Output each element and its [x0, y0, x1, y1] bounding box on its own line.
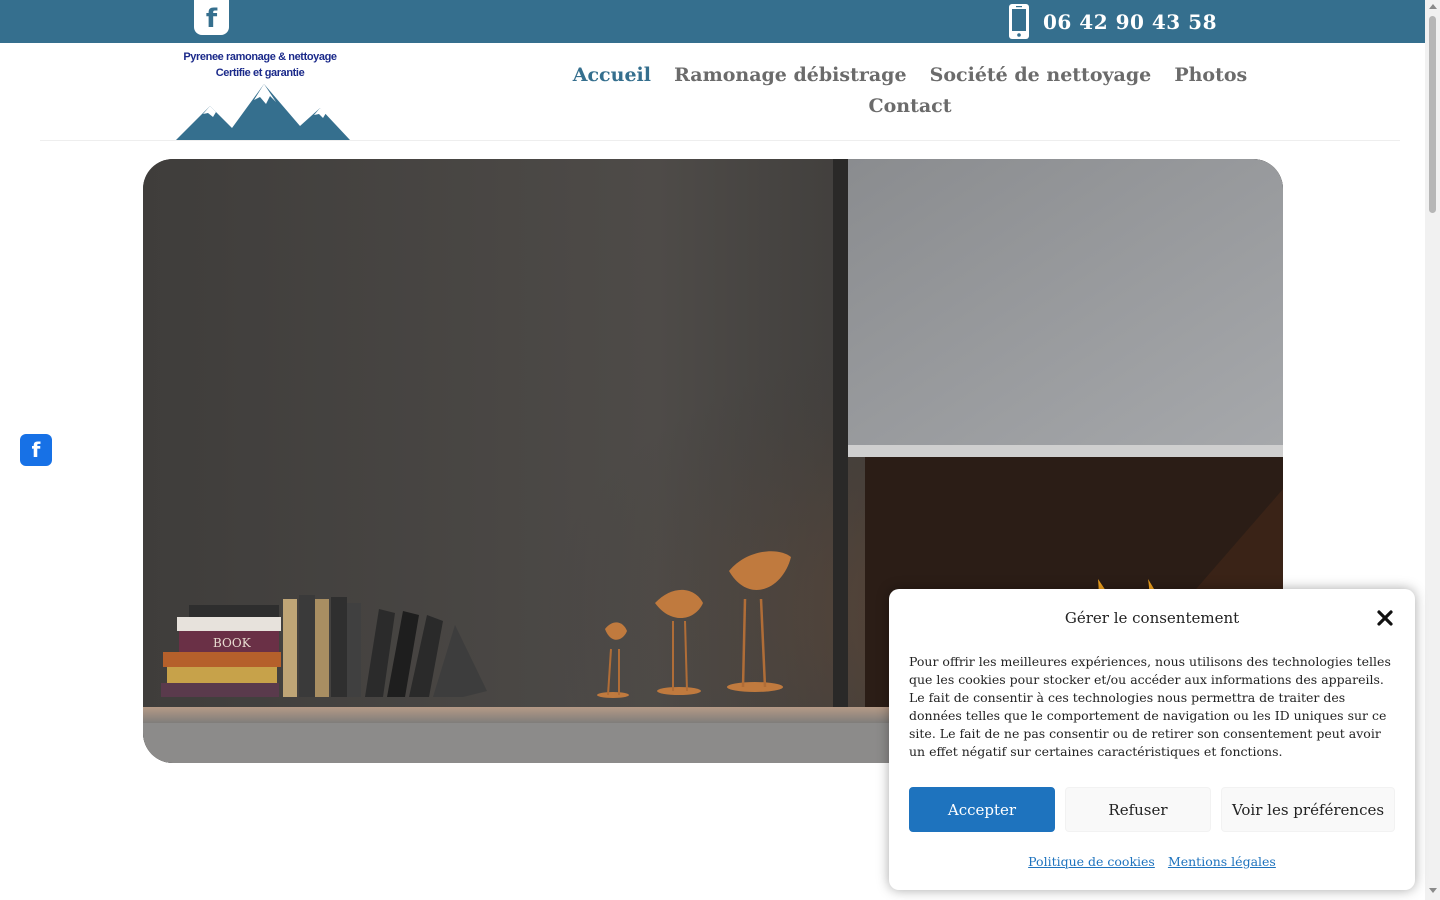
consent-description: Pour offrir les meilleures expériences, …	[909, 654, 1391, 759]
phone-number[interactable]: 06 42 90 43 58	[1043, 10, 1217, 34]
mountain-logo-icon	[176, 84, 350, 140]
scroll-down-arrow-icon[interactable]	[1429, 888, 1437, 893]
smartphone-icon	[1009, 4, 1029, 39]
scrollbar-thumb[interactable]	[1429, 16, 1436, 213]
main-nav: Accueil Ramonage débistrage Société de n…	[560, 60, 1260, 122]
nav-item-photos[interactable]: Photos	[1174, 60, 1247, 90]
consent-title: Gérer le consentement	[1064, 609, 1240, 627]
logo-title: Pyrenee ramonage & nettoyage	[183, 51, 337, 63]
view-preferences-button[interactable]: Voir les préférences	[1221, 787, 1395, 832]
nav-item-accueil[interactable]: Accueil	[573, 60, 651, 90]
facebook-glyph: f	[205, 3, 218, 34]
consent-links: Politique de cookies Mentions légales	[889, 851, 1415, 870]
nav-item-contact[interactable]: Contact	[868, 91, 951, 121]
book-spine-label: BOOK	[213, 636, 252, 650]
legal-notice-link[interactable]: Mentions légales	[1168, 854, 1276, 869]
close-icon[interactable]	[1376, 609, 1394, 627]
cookie-consent-dialog: Gérer le consentement Pour offrir les me…	[889, 589, 1415, 890]
nav-item-nettoyage[interactable]: Société de nettoyage	[930, 60, 1152, 90]
cookie-policy-link[interactable]: Politique de cookies	[1028, 854, 1155, 869]
page-scrollbar[interactable]	[1425, 0, 1440, 900]
phone-contact[interactable]: 06 42 90 43 58	[1007, 3, 1217, 40]
logo-subtitle: Certifie et garantie	[215, 67, 305, 79]
facebook-icon[interactable]: f	[194, 0, 229, 35]
facebook-floating-icon[interactable]: f	[20, 434, 52, 466]
top-bar: f 06 42 90 43 58	[0, 0, 1425, 43]
scroll-up-arrow-icon[interactable]	[1429, 4, 1437, 9]
header-divider	[40, 140, 1400, 141]
facebook-glyph: f	[31, 438, 41, 462]
site-logo[interactable]: Pyrenee ramonage & nettoyage Certifie et…	[140, 48, 380, 140]
accept-button[interactable]: Accepter	[909, 787, 1055, 832]
refuse-button[interactable]: Refuser	[1065, 787, 1211, 832]
nav-item-ramonage[interactable]: Ramonage débistrage	[674, 60, 906, 90]
